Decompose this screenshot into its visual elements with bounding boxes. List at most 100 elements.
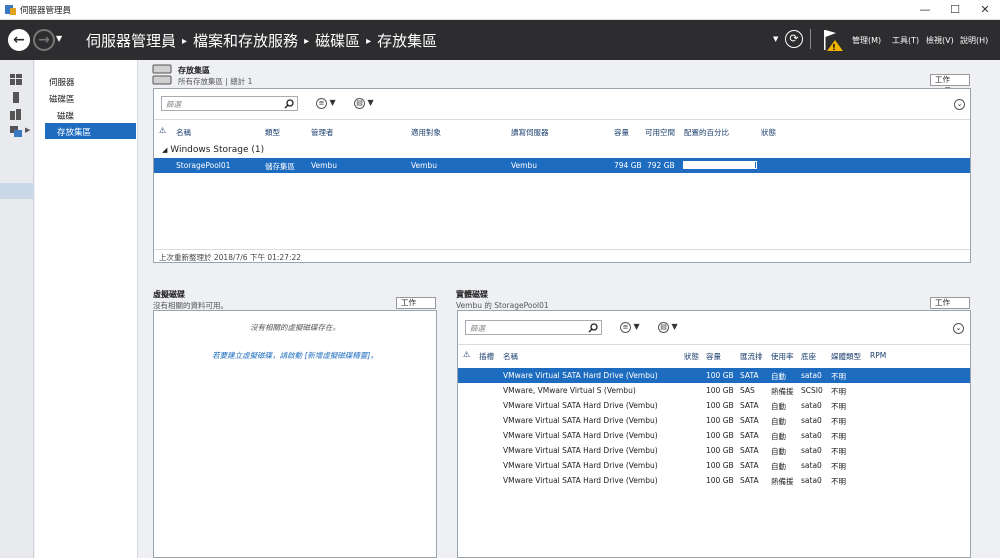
menu-tools[interactable]: 工具(T): [892, 35, 919, 46]
nav-item-servers[interactable]: 伺服器: [49, 76, 75, 88]
header-bar: ← → ▼ 伺服器管理員 ▸ 檔案和存放服務 ▸ 磁碟區 ▸ 存放集區 ▼ ⟳ ! 管理(M…: [0, 20, 1000, 60]
all-servers-icon[interactable]: [10, 109, 22, 120]
col-media-type[interactable]: 媒體類型: [831, 351, 861, 362]
group-header[interactable]: ◢ Windows Storage (1): [162, 145, 264, 155]
list-view-options[interactable]: ≡ ▼: [316, 98, 336, 109]
history-dropdown-icon[interactable]: ▼: [56, 34, 62, 43]
nav-item-volumes[interactable]: 磁碟區: [49, 93, 75, 105]
collapse-panel-icon[interactable]: ⌄: [953, 323, 964, 334]
table-row[interactable]: VMware, VMware Virtual S (Vembu) 100 GB SA…: [458, 383, 970, 398]
col-chassis[interactable]: 底座: [801, 351, 816, 362]
pool-type: 儲存集區: [265, 162, 295, 171]
table-row[interactable]: VMware Virtual SATA Hard Drive (Vembu) 10…: [458, 413, 970, 428]
collapse-panel-icon[interactable]: ⌄: [954, 99, 965, 110]
col-free-space[interactable]: 可用空間: [645, 127, 675, 138]
nav-item-disks[interactable]: 磁碟: [57, 110, 74, 122]
nav-item-storage-pools[interactable]: 存放集區: [57, 126, 91, 138]
vdisks-tasks-button[interactable]: 工作▼: [396, 297, 436, 317]
notification-flag-icon[interactable]: !: [822, 28, 844, 52]
filter-placeholder: 篩選: [166, 100, 181, 109]
col-status[interactable]: 狀態: [761, 127, 776, 138]
back-arrow-icon[interactable]: ←: [8, 29, 30, 51]
refresh-dropdown-icon[interactable]: ▼: [773, 35, 778, 43]
col-status[interactable]: 狀態: [684, 351, 699, 362]
pdisks-tasks-button[interactable]: 工作▼: [930, 297, 970, 317]
close-button[interactable]: ✕: [970, 0, 1000, 20]
table-row[interactable]: StoragePool01 儲存集區 Vembu Vembu Vembu 794…: [154, 158, 970, 173]
save-query-options[interactable]: ▤ ▼: [658, 322, 678, 333]
pools-panel: 篩選 ≡ ▼ ▤ ▼ ⌄ ⚠ 名稱 類型 管理者 適用對象 讀寫伺服器 容量 可…: [153, 88, 971, 263]
collapse-group-icon[interactable]: ◢: [162, 146, 167, 154]
warning-column-icon[interactable]: ⚠: [463, 350, 470, 359]
server-manager-app-icon: [5, 5, 16, 15]
local-server-icon[interactable]: [10, 92, 22, 103]
breadcrumb-item[interactable]: 磁碟區: [315, 32, 360, 50]
breadcrumb-separator-icon: ▸: [182, 36, 188, 47]
selected-icon-highlight: [0, 183, 34, 199]
list-view-options[interactable]: ≡ ▼: [620, 322, 640, 333]
save-query-options[interactable]: ▤ ▼: [354, 98, 374, 109]
disk-usage: 熱備援: [771, 477, 794, 486]
col-bus[interactable]: 匯流排: [740, 351, 763, 362]
col-rw-server[interactable]: 讀寫伺服器: [511, 127, 549, 138]
disk-capacity: 100 GB: [706, 401, 734, 410]
col-applies-to[interactable]: 適用對象: [411, 127, 441, 138]
disk-usage: 自動: [771, 462, 786, 471]
table-row[interactable]: VMware Virtual SATA Hard Drive (Vembu) 10…: [458, 443, 970, 458]
col-managed-by[interactable]: 管理者: [311, 127, 334, 138]
maximize-button[interactable]: ☐: [940, 0, 970, 20]
list-options-icon: ≡: [620, 322, 631, 333]
new-virtual-disk-wizard-link[interactable]: 若要建立虛擬磁碟，請啟動 [新增虛擬磁碟精靈]。: [154, 350, 436, 361]
table-row[interactable]: VMware Virtual SATA Hard Drive (Vembu) 10…: [458, 428, 970, 443]
allocation-bar-fill: [684, 162, 755, 168]
pools-tasks-button[interactable]: 工作▼: [930, 74, 970, 94]
col-allocated-percent[interactable]: 配置的百分比: [684, 127, 729, 138]
menu-view[interactable]: 檢視(V): [926, 35, 954, 46]
search-icon[interactable]: [284, 99, 294, 109]
disk-bus: SATA: [740, 476, 759, 485]
save-query-icon: ▤: [354, 98, 365, 109]
col-capacity[interactable]: 容量: [706, 351, 721, 362]
expand-arrow-icon[interactable]: ▶: [25, 126, 30, 134]
disk-name: VMware, VMware Virtual S (Vembu): [503, 386, 636, 395]
menu-manage[interactable]: 管理(M): [852, 35, 881, 46]
breadcrumb-item[interactable]: 檔案和存放服務: [193, 32, 298, 50]
col-rpm[interactable]: RPM: [870, 351, 886, 360]
col-type[interactable]: 類型: [265, 127, 280, 138]
pdisks-filter-input[interactable]: 篩選: [465, 320, 602, 335]
disk-chassis: sata0: [801, 401, 822, 410]
refresh-icon[interactable]: ⟳: [785, 30, 803, 48]
minimize-button[interactable]: —: [910, 0, 940, 20]
col-slot[interactable]: 插槽: [479, 351, 494, 362]
col-name[interactable]: 名稱: [176, 127, 191, 138]
breadcrumb-item[interactable]: 存放集區: [377, 32, 437, 50]
table-row[interactable]: VMware Virtual SATA Hard Drive (Vembu) 10…: [458, 398, 970, 413]
pools-filter-input[interactable]: 篩選: [161, 96, 298, 111]
forward-arrow-icon[interactable]: →: [33, 29, 55, 51]
table-row[interactable]: VMware Virtual SATA Hard Drive (Vembu) 10…: [458, 473, 970, 488]
col-usage[interactable]: 使用率: [771, 351, 794, 362]
warning-column-icon[interactable]: ⚠: [159, 126, 166, 135]
disk-media: 不明: [831, 387, 846, 396]
breadcrumb-separator-icon: ▸: [366, 36, 372, 47]
allocation-bar: [683, 161, 757, 169]
file-storage-services-icon[interactable]: [10, 126, 22, 137]
pool-applies-to: Vembu: [411, 161, 437, 170]
panel-divider: [154, 119, 970, 120]
pool-capacity: 794 GB: [614, 161, 642, 170]
disk-bus: SATA: [740, 416, 759, 425]
disk-usage: 自動: [771, 372, 786, 381]
menu-help[interactable]: 說明(H): [960, 35, 988, 46]
pdisks-title: 實體磁碟: [456, 290, 488, 299]
dashboard-icon[interactable]: [10, 74, 22, 85]
disk-capacity: 100 GB: [706, 386, 734, 395]
breadcrumb-item[interactable]: 伺服器管理員: [86, 32, 176, 50]
storage-pool-icon: [152, 64, 172, 85]
disk-chassis: sata0: [801, 476, 822, 485]
table-row[interactable]: VMware Virtual SATA Hard Drive (Vembu) 10…: [458, 368, 970, 383]
disk-usage: 自動: [771, 417, 786, 426]
search-icon[interactable]: [588, 323, 598, 333]
table-row[interactable]: VMware Virtual SATA Hard Drive (Vembu) 10…: [458, 458, 970, 473]
col-name[interactable]: 名稱: [503, 351, 518, 362]
col-capacity[interactable]: 容量: [614, 127, 629, 138]
